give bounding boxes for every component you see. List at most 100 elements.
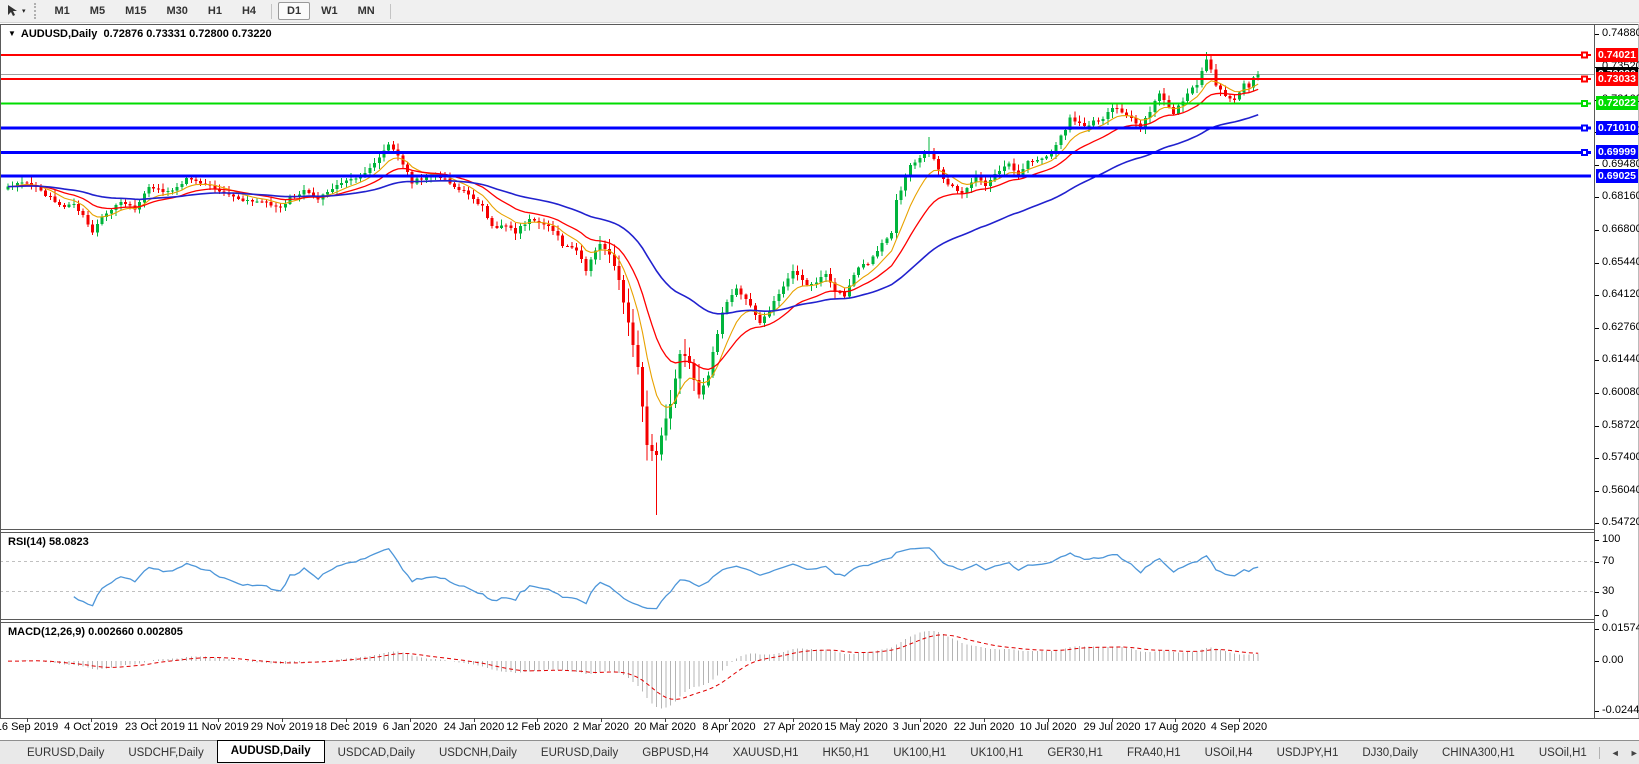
main-pane-bottom-border[interactable] bbox=[0, 529, 1594, 530]
price-tick-label: 0.61440 bbox=[1602, 353, 1639, 365]
timeframe-button-m5[interactable]: M5 bbox=[81, 2, 114, 20]
timeframe-button-m15[interactable]: M15 bbox=[116, 2, 155, 20]
date-label: 23 Oct 2019 bbox=[125, 721, 185, 733]
price-tick-mark bbox=[1595, 295, 1599, 296]
price-tick-mark bbox=[1595, 328, 1599, 329]
main-chart-pane[interactable] bbox=[0, 24, 1594, 529]
hline-price-label[interactable]: 0.73033 bbox=[1596, 72, 1638, 86]
rsi-tick-mark bbox=[1595, 562, 1599, 563]
price-tick-label: 0.68160 bbox=[1602, 190, 1639, 202]
hline-price-label[interactable]: 0.69999 bbox=[1596, 145, 1638, 159]
macd-tick-mark bbox=[1595, 629, 1599, 630]
symbol-tab-hk50-h1[interactable]: HK50,H1 bbox=[812, 744, 881, 762]
symbol-tab-usoil-h4[interactable]: USOil,H4 bbox=[1194, 744, 1264, 762]
symbol-tab-xauusd-h1[interactable]: XAUUSD,H1 bbox=[722, 744, 810, 762]
date-label: 20 Mar 2020 bbox=[634, 721, 696, 733]
symbol-tab-eurusd-daily[interactable]: EURUSD,Daily bbox=[16, 744, 115, 762]
price-tick-label: 0.65440 bbox=[1602, 256, 1639, 268]
date-label: 4 Sep 2020 bbox=[1211, 721, 1267, 733]
price-tick-label: 0.58720 bbox=[1602, 419, 1639, 431]
macd-label: MACD(12,26,9) 0.002660 0.002805 bbox=[8, 626, 183, 638]
chart-dropdown-icon[interactable]: ▼ bbox=[8, 29, 16, 38]
timeframe-button-m1[interactable]: M1 bbox=[46, 2, 79, 20]
rsi-tick-label: 70 bbox=[1602, 555, 1614, 567]
symbol-tab-usdcnh-daily[interactable]: USDCNH,Daily bbox=[428, 744, 528, 762]
rsi-tick-mark bbox=[1595, 540, 1599, 541]
tab-separator bbox=[1599, 747, 1600, 759]
rsi-tick-label: 0 bbox=[1602, 608, 1608, 620]
date-label: 11 Nov 2019 bbox=[187, 721, 249, 733]
symbol-tab-dj30-daily[interactable]: DJ30,Daily bbox=[1351, 744, 1429, 762]
price-tick-mark bbox=[1595, 34, 1599, 35]
timeframe-button-d1[interactable]: D1 bbox=[278, 2, 310, 20]
symbol-tab-gbpusd-h4[interactable]: GBPUSD,H4 bbox=[631, 744, 719, 762]
symbol-tabbar: EURUSD,DailyUSDCHF,DailyAUDUSD,DailyUSDC… bbox=[0, 740, 1639, 764]
tab-scroll-right-icon[interactable]: ► bbox=[1630, 748, 1639, 758]
toolbar-grip bbox=[34, 3, 40, 19]
price-tick-mark bbox=[1595, 458, 1599, 459]
chart-title: ▼AUDUSD,Daily 0.72876 0.73331 0.72800 0.… bbox=[8, 28, 272, 40]
price-tick-mark bbox=[1595, 523, 1599, 524]
price-tick-label: 0.66800 bbox=[1602, 223, 1639, 235]
price-tick-mark bbox=[1595, 393, 1599, 394]
price-tick-mark bbox=[1595, 230, 1599, 231]
tab-scroll-controls: ◄ ► bbox=[1598, 747, 1639, 759]
rsi-tick-label: 30 bbox=[1602, 585, 1614, 597]
price-tick-mark bbox=[1595, 360, 1599, 361]
date-label: 3 Jun 2020 bbox=[893, 721, 947, 733]
symbol-tab-usdjpy-h1[interactable]: USDJPY,H1 bbox=[1266, 744, 1350, 762]
price-tick-mark bbox=[1595, 165, 1599, 166]
symbol-tab-usdchf-daily[interactable]: USDCHF,Daily bbox=[117, 744, 214, 762]
symbol-tab-ger30-h1[interactable]: GER30,H1 bbox=[1036, 744, 1114, 762]
chart-title-symbol: AUDUSD,Daily bbox=[21, 28, 97, 40]
rsi-pane-bottom-border[interactable] bbox=[0, 619, 1594, 620]
hline-price-label[interactable]: 0.69025 bbox=[1596, 169, 1638, 183]
date-label: 2 Mar 2020 bbox=[573, 721, 629, 733]
date-label: 27 Apr 2020 bbox=[763, 721, 822, 733]
price-tick-label: 0.60080 bbox=[1602, 386, 1639, 398]
macd-tick-mark bbox=[1595, 711, 1599, 712]
chart-top-border bbox=[0, 24, 1639, 25]
symbol-tab-uk100-h1[interactable]: UK100,H1 bbox=[882, 744, 957, 762]
date-label: 15 May 2020 bbox=[824, 721, 888, 733]
symbol-tab-china300-h1[interactable]: CHINA300,H1 bbox=[1431, 744, 1526, 762]
hline-price-label[interactable]: 0.72022 bbox=[1596, 96, 1638, 110]
symbol-tab-usoil-h1[interactable]: USOil,H1 bbox=[1528, 744, 1598, 762]
date-label: 24 Jan 2020 bbox=[444, 721, 505, 733]
rsi-tick-label: 100 bbox=[1602, 533, 1620, 545]
tab-scroll-left-icon[interactable]: ◄ bbox=[1611, 748, 1620, 758]
date-label: 6 Jan 2020 bbox=[383, 721, 437, 733]
symbol-tab-uk100-h1[interactable]: UK100,H1 bbox=[959, 744, 1034, 762]
toolbar-separator bbox=[390, 4, 391, 19]
price-axis[interactable]: 0.748800.735200.721600.708400.694800.681… bbox=[1595, 0, 1639, 764]
timeframe-button-w1[interactable]: W1 bbox=[312, 2, 347, 20]
date-label: 16 Sep 2019 bbox=[0, 721, 58, 733]
rsi-pane[interactable] bbox=[0, 532, 1594, 619]
macd-pane-bottom-border bbox=[0, 718, 1639, 719]
date-label: 8 Apr 2020 bbox=[702, 721, 755, 733]
symbol-tab-audusd-daily[interactable]: AUDUSD,Daily bbox=[217, 740, 325, 763]
hline-price-label[interactable]: 0.71010 bbox=[1596, 121, 1638, 135]
price-tick-label: 0.64120 bbox=[1602, 288, 1639, 300]
date-label: 29 Jul 2020 bbox=[1084, 721, 1141, 733]
symbol-tab-fra40-h1[interactable]: FRA40,H1 bbox=[1116, 744, 1192, 762]
symbol-tab-usdcad-daily[interactable]: USDCAD,Daily bbox=[327, 744, 426, 762]
symbol-tab-eurusd-daily[interactable]: EURUSD,Daily bbox=[530, 744, 629, 762]
timeframe-button-m30[interactable]: M30 bbox=[157, 2, 196, 20]
timeframe-button-h4[interactable]: H4 bbox=[233, 2, 265, 20]
cursor-tool-icon[interactable] bbox=[4, 3, 22, 19]
tool-dropdown-caret-icon[interactable]: ▾ bbox=[22, 7, 26, 15]
date-label: 29 Nov 2019 bbox=[251, 721, 313, 733]
timeframe-button-h1[interactable]: H1 bbox=[199, 2, 231, 20]
macd-tick-label: 0.00 bbox=[1602, 654, 1623, 666]
hline-price-label[interactable]: 0.74021 bbox=[1596, 48, 1638, 62]
date-label: 4 Oct 2019 bbox=[64, 721, 118, 733]
timeframe-button-mn[interactable]: MN bbox=[349, 2, 384, 20]
date-label: 17 Aug 2020 bbox=[1144, 721, 1206, 733]
date-label: 18 Dec 2019 bbox=[315, 721, 377, 733]
price-tick-label: 0.57400 bbox=[1602, 451, 1639, 463]
mt4-window: ▾ M1M5M15M30H1H4 D1W1MN ▼ AUDUSD,Daily 0.7… bbox=[0, 0, 1639, 764]
macd-pane[interactable] bbox=[0, 623, 1594, 718]
macd-tick-label: -0.024412 bbox=[1602, 704, 1639, 716]
date-label: 22 Jun 2020 bbox=[954, 721, 1015, 733]
